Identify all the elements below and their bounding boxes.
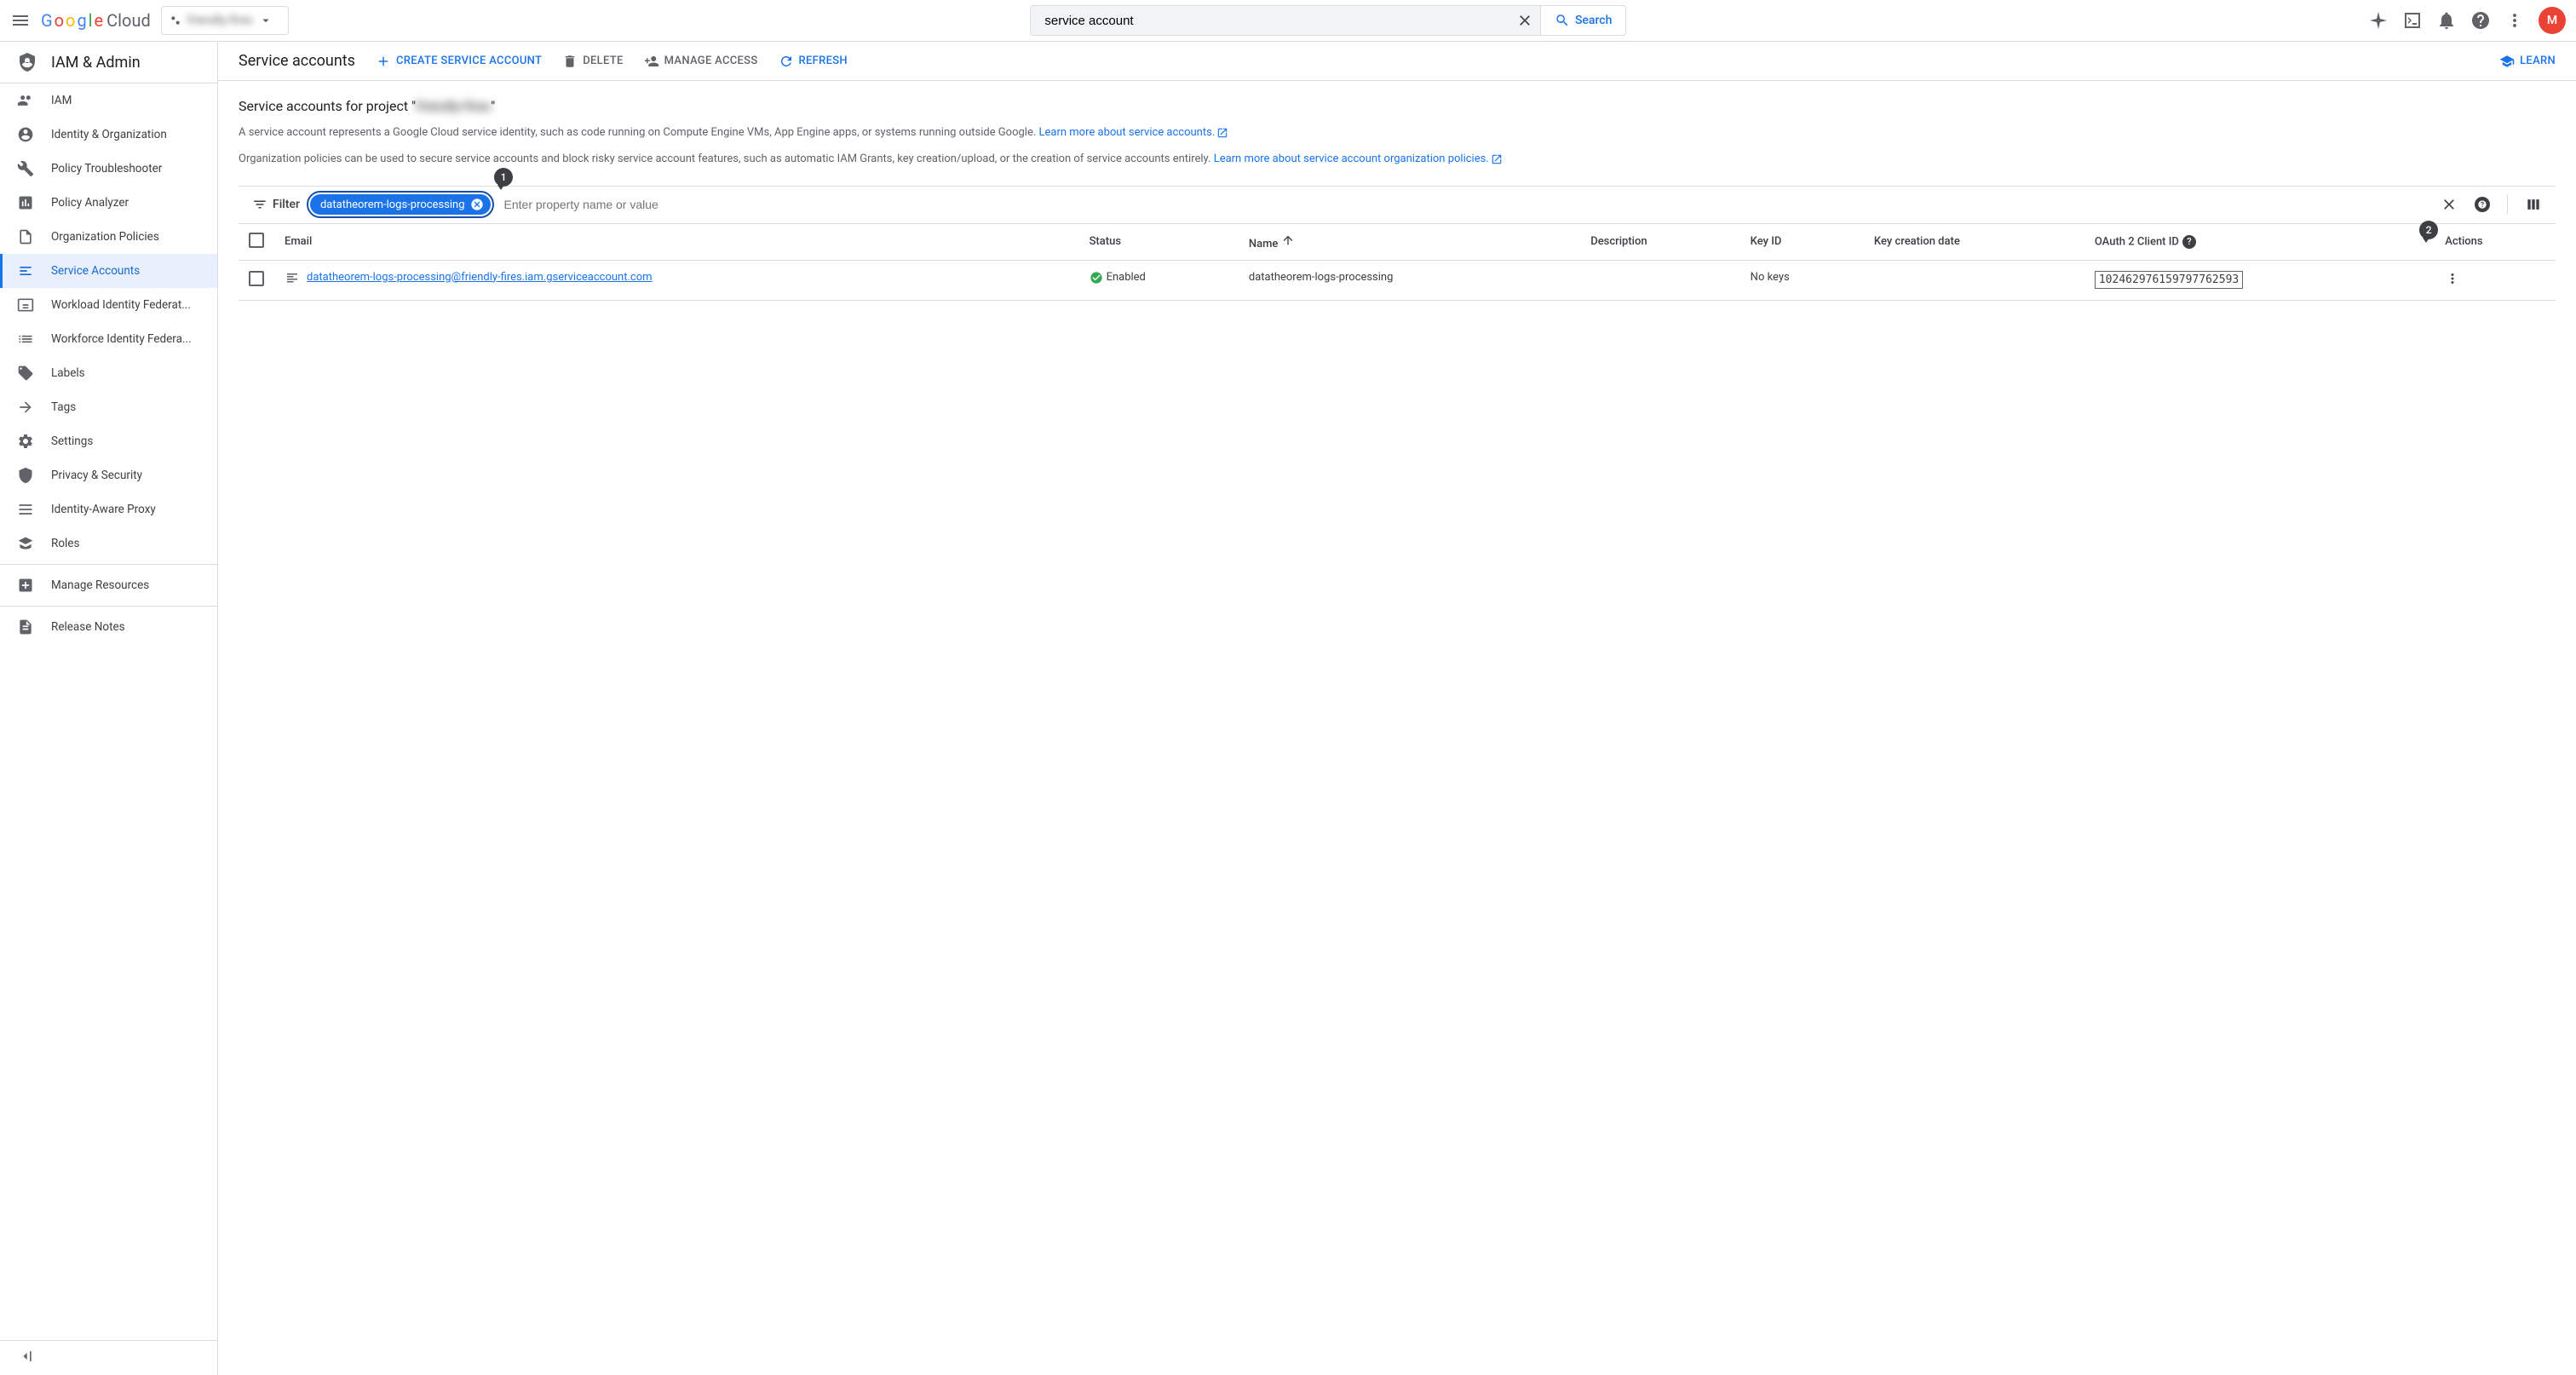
learn-more-sa-link[interactable]: Learn more about service accounts. xyxy=(1039,124,1229,142)
gemini-icon[interactable] xyxy=(2368,10,2389,31)
status-enabled: Enabled xyxy=(1090,271,1228,285)
nav-item-service-accounts[interactable]: Service Accounts xyxy=(0,254,217,288)
nav-item-tags[interactable]: Tags xyxy=(0,390,217,424)
description-1: A service account represents a Google Cl… xyxy=(239,124,2556,142)
nav-item-settings[interactable]: Settings xyxy=(0,424,217,458)
nav-item-release-notes[interactable]: Release Notes xyxy=(0,610,217,644)
tour-bubble-2: 2 xyxy=(2419,221,2438,239)
nav-item-workload-identity-federat-[interactable]: Workload Identity Federat... xyxy=(0,288,217,322)
nav-item-identity-aware-proxy[interactable]: Identity-Aware Proxy xyxy=(0,492,217,526)
account-avatar[interactable]: M xyxy=(2539,7,2566,34)
search-input[interactable] xyxy=(1031,6,1509,35)
select-all-checkbox[interactable] xyxy=(249,233,264,248)
table-row: datatheorem-logs-processing@friendly-fir… xyxy=(239,260,2556,300)
nav-item-roles[interactable]: Roles xyxy=(0,526,217,561)
page-title: Service accounts xyxy=(239,52,355,70)
more-vert-icon[interactable] xyxy=(2504,10,2525,31)
search-button[interactable]: Search xyxy=(1540,6,1625,35)
nav-item-organization-policies[interactable]: Organization Policies xyxy=(0,220,217,254)
col-email[interactable]: Email xyxy=(274,224,1079,261)
learn-button[interactable]: LEARN xyxy=(2499,54,2556,69)
col-keycreation[interactable]: Key creation date xyxy=(1864,224,2084,261)
nav-item-policy-analyzer[interactable]: Policy Analyzer xyxy=(0,186,217,220)
description-2: Organization policies can be used to sec… xyxy=(239,151,2556,169)
learn-more-org-link[interactable]: Learn more about service account organiz… xyxy=(1214,151,1503,169)
hamburger-menu-icon[interactable] xyxy=(10,10,31,31)
row-actions-icon[interactable] xyxy=(2445,271,2460,286)
section-title: IAM & Admin xyxy=(0,42,217,83)
tour-bubble-1: 1 xyxy=(494,168,513,187)
nav-item-iam[interactable]: IAM xyxy=(0,83,217,118)
col-oauth[interactable]: OAuth 2 Client ID? xyxy=(2084,224,2435,261)
clear-filter-icon[interactable] xyxy=(2441,196,2458,213)
delete-button[interactable]: DELETE xyxy=(562,54,623,69)
row-checkbox[interactable] xyxy=(249,271,264,286)
nav-item-workforce-identity-federa-[interactable]: Workforce Identity Federa... xyxy=(0,322,217,356)
filter-help-icon[interactable] xyxy=(2475,197,2490,212)
notifications-icon[interactable] xyxy=(2436,10,2457,31)
column-selector-icon[interactable] xyxy=(2525,196,2542,213)
filter-chip[interactable]: datatheorem-logs-processing xyxy=(310,194,491,215)
col-name[interactable]: Name xyxy=(1239,224,1580,261)
page-subtitle: Service accounts for project "friendly-f… xyxy=(239,98,2556,114)
sa-email-link[interactable]: datatheorem-logs-processing@friendly-fir… xyxy=(307,271,653,284)
help-icon[interactable] xyxy=(2470,10,2491,31)
search-box: Search xyxy=(1030,5,1626,36)
cell-keycreation xyxy=(1864,260,2084,300)
col-keyid[interactable]: Key ID xyxy=(1740,224,1864,261)
project-picker[interactable]: friendly-fires xyxy=(161,6,289,35)
col-description[interactable]: Description xyxy=(1580,224,1739,261)
nav-item-manage-resources[interactable]: Manage Resources xyxy=(0,568,217,602)
col-status[interactable]: Status xyxy=(1079,224,1239,261)
nav-item-privacy-security[interactable]: Privacy & Security xyxy=(0,458,217,492)
filter-label: Filter xyxy=(252,197,300,212)
filter-input[interactable] xyxy=(501,194,2434,215)
service-account-icon xyxy=(285,271,300,286)
nav-item-identity-organization[interactable]: Identity & Organization xyxy=(0,118,217,152)
cell-keyid: No keys xyxy=(1740,260,1864,300)
cell-name: datatheorem-logs-processing xyxy=(1239,260,1580,300)
oauth-help-icon[interactable]: ? xyxy=(2182,235,2196,249)
chip-remove-icon[interactable] xyxy=(470,198,484,211)
cloud-shell-icon[interactable] xyxy=(2402,10,2423,31)
manage-access-button[interactable]: MANAGE ACCESS xyxy=(644,54,758,69)
refresh-button[interactable]: REFRESH xyxy=(779,54,848,69)
cell-description xyxy=(1580,260,1739,300)
google-cloud-logo[interactable]: Google Cloud xyxy=(41,10,151,31)
collapse-nav-icon[interactable] xyxy=(0,1340,217,1375)
nav-item-policy-troubleshooter[interactable]: Policy Troubleshooter xyxy=(0,152,217,186)
col-actions: 2 Actions xyxy=(2435,224,2556,261)
create-service-account-button[interactable]: CREATE SERVICE ACCOUNT xyxy=(376,54,542,69)
oauth-client-id[interactable]: 102462976159797762593 xyxy=(2095,271,2243,289)
nav-item-labels[interactable]: Labels xyxy=(0,356,217,390)
clear-search-icon[interactable] xyxy=(1509,12,1540,29)
